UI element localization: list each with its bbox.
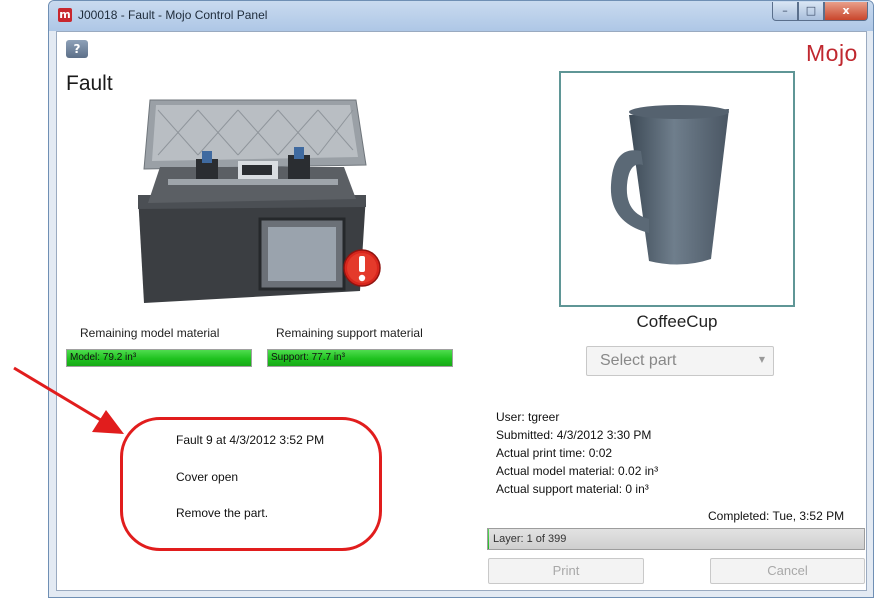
mug-image — [610, 105, 729, 265]
chevron-down-icon: ▼ — [758, 355, 765, 364]
part-name: CoffeeCup — [636, 312, 718, 331]
job-support-material: Actual support material: 0 in³ — [496, 482, 649, 496]
job-model-material: Actual model material: 0.02 in³ — [496, 464, 659, 478]
fault-warning-icon — [343, 249, 381, 287]
print-button[interactable]: Print — [488, 558, 644, 584]
part-preview — [559, 71, 795, 307]
status-title: Fault — [66, 72, 113, 95]
maximize-button[interactable]: □ — [798, 2, 824, 21]
app-icon: m — [58, 8, 72, 22]
part-select[interactable]: Select part ▼ — [586, 346, 774, 376]
job-submitted: Submitted: 4/3/2012 3:30 PM — [496, 428, 652, 442]
window-title: J00018 - Fault - Mojo Control Panel — [78, 8, 268, 22]
layer-progress-bar: Layer: 1 of 399 — [487, 528, 865, 550]
support-material-bar: Support: 77.7 in³ — [267, 349, 453, 367]
close-button[interactable]: x — [824, 2, 868, 21]
job-completed: Completed: Tue, 3:52 PM — [708, 509, 845, 523]
model-material-label: Remaining model material — [80, 326, 220, 340]
annotation-ellipse — [120, 417, 382, 551]
support-material-text: Support: 77.7 in³ — [271, 352, 345, 363]
support-material-label: Remaining support material — [276, 326, 423, 340]
job-print-time: Actual print time: 0:02 — [496, 446, 613, 460]
layer-progress-text: Layer: 1 of 399 — [493, 533, 567, 545]
part-select-placeholder: Select part — [600, 352, 677, 369]
minimize-button[interactable]: – — [772, 2, 798, 21]
help-icon[interactable]: ? — [66, 40, 88, 58]
mojo-logo: Mojo — [806, 40, 858, 66]
annotation-arrow — [13, 366, 124, 434]
printer-image — [138, 99, 367, 303]
window-controls: – □ x — [772, 2, 868, 22]
job-user: User: tgreer — [496, 410, 560, 424]
cancel-button[interactable]: Cancel — [710, 558, 865, 584]
layer-progress-fill — [488, 529, 489, 549]
